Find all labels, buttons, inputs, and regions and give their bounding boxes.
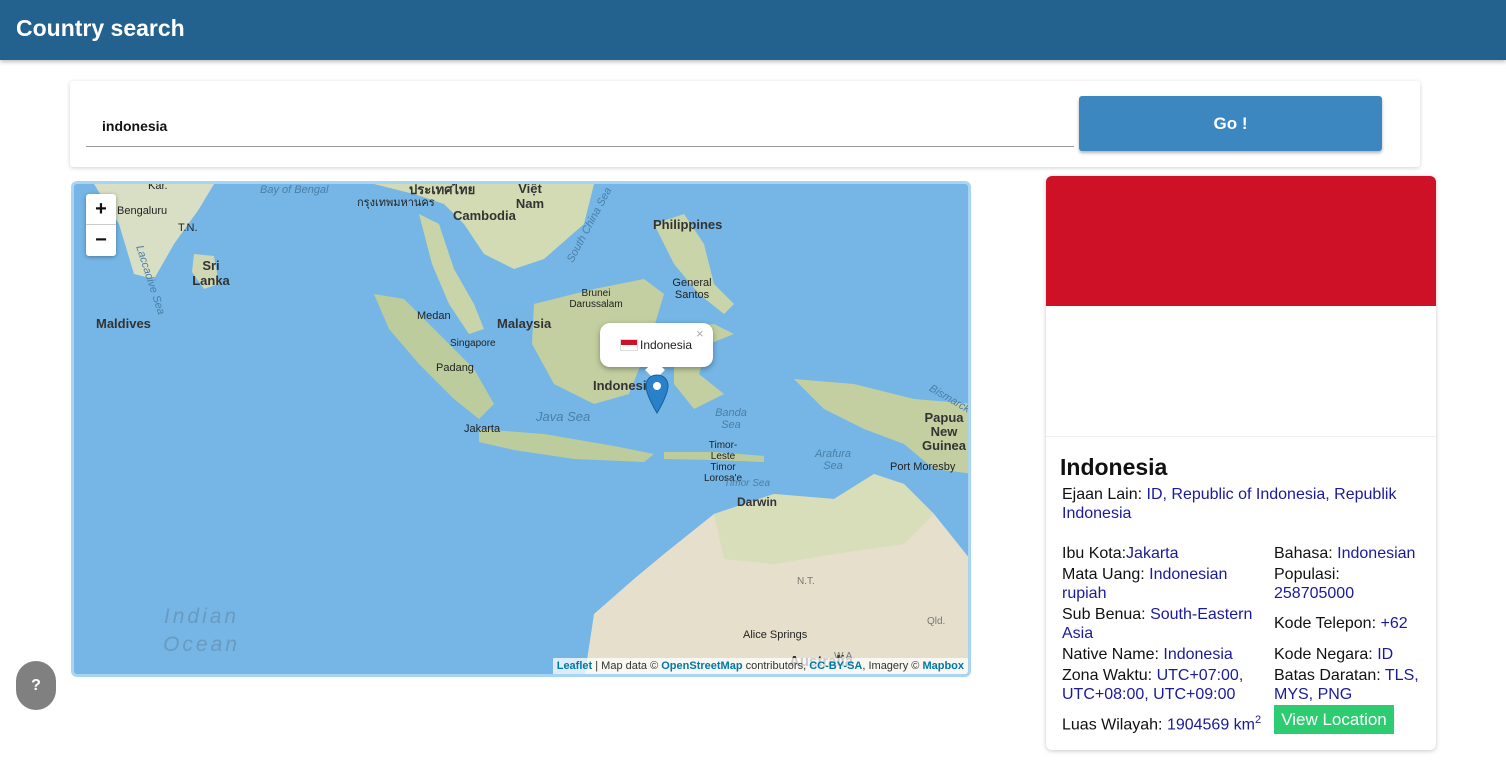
map-label-jakarta: Jakarta — [464, 423, 501, 435]
field-mata-uang: Mata Uang: Indonesian rupiah — [1062, 565, 1262, 603]
map-label-kar: Kar. — [148, 181, 168, 192]
map-label-tn: T.N. — [178, 222, 198, 234]
go-button[interactable]: Go ! — [1079, 96, 1382, 151]
map-label-maldives: Maldives — [96, 316, 151, 331]
field-kode-telepon: Kode Telepon: +62 — [1274, 614, 1424, 633]
zoom-out-button[interactable]: − — [86, 225, 116, 255]
map-label-java-sea: Java Sea — [536, 409, 591, 424]
field-label: Ejaan Lain: — [1062, 486, 1147, 503]
map-label-bengaluru: Bengaluru — [117, 205, 168, 217]
map-label-alice-springs: Alice Springs — [743, 629, 808, 641]
field-value: +62 — [1380, 615, 1408, 632]
map-label-singapore: Singapore — [450, 338, 496, 349]
map-label-philippines: Philippines — [653, 217, 723, 232]
field-bahasa: Bahasa: Indonesian — [1274, 544, 1424, 563]
map-label-qld: Qld. — [927, 616, 946, 627]
field-unit-sup: 2 — [1255, 714, 1262, 726]
leaflet-link[interactable]: Leaflet — [557, 660, 592, 672]
map-label-general-santos: General Santos — [672, 277, 712, 301]
attribution-text-2: contributors, — [742, 660, 810, 672]
field-batas-daratan: Batas Daratan: TLS, MYS, PNG — [1274, 666, 1424, 704]
field-label: Luas Wilayah: — [1062, 716, 1167, 734]
field-ejaan-lain: Ejaan Lain: ID, Republic of Indonesia, R… — [1062, 485, 1412, 523]
zoom-control: + − — [86, 194, 116, 256]
field-luas-wilayah: Luas Wilayah: 1904569 km2 — [1062, 711, 1272, 734]
map-label-bay-of-bengal: Bay of Bengal — [260, 184, 329, 196]
app-title: Country search — [16, 15, 185, 41]
map-label-banda-sea: Banda Sea — [715, 407, 747, 431]
map-marker-icon[interactable] — [645, 374, 669, 414]
attribution-text-1: | Map data © — [592, 660, 662, 672]
map-attribution: Leaflet | Map data © OpenStreetMap contr… — [552, 658, 968, 674]
osm-link[interactable]: OpenStreetMap — [661, 660, 742, 672]
map-label-viet-nam: Việt Nam — [515, 181, 545, 211]
country-flag-top — [1046, 176, 1436, 306]
search-card: Go ! — [70, 81, 1420, 167]
map-popup: Indonesia × — [600, 323, 713, 380]
field-sub-benua: Sub Benua: South-Eastern Asia — [1062, 605, 1262, 643]
field-value: ID — [1377, 646, 1394, 663]
popup-close-button[interactable]: × — [696, 326, 704, 341]
field-label: Kode Negara: — [1274, 646, 1378, 663]
map-label-padang: Padang — [436, 362, 474, 374]
popup-label: Indonesia — [640, 338, 693, 352]
field-zona-waktu: Zona Waktu: UTC+07:00, UTC+08:00, UTC+09… — [1062, 666, 1262, 704]
map-label-arafura-sea: Arafura Sea — [814, 448, 852, 472]
country-name: Indonesia — [1060, 454, 1168, 480]
field-label: Kode Telepon: — [1274, 615, 1381, 632]
country-flag-bottom — [1046, 306, 1436, 437]
field-populasi: Populasi: 258705000 — [1274, 565, 1424, 603]
field-value: 1904569 km — [1166, 716, 1255, 734]
country-info-card: Indonesia Ejaan Lain: ID, Republic of In… — [1046, 176, 1436, 750]
map-label-malaysia: Malaysia — [497, 316, 552, 331]
map-view[interactable]: Bay of Bengal Bengaluru Kar. T.N. Sri La… — [71, 181, 971, 677]
map-label-papua-new-guinea: Papua New Guinea — [921, 410, 967, 453]
mapbox-link[interactable]: Mapbox — [922, 660, 964, 672]
field-value: Indonesian — [1337, 545, 1416, 562]
field-ibu-kota: Ibu Kota:Jakarta — [1062, 544, 1262, 563]
field-label: Batas Daratan: — [1274, 667, 1385, 684]
field-label: Populasi: — [1274, 566, 1340, 583]
search-input[interactable] — [86, 99, 1074, 147]
map-label-cambodia: Cambodia — [453, 208, 516, 223]
field-label: Mata Uang: — [1062, 566, 1150, 583]
field-native-name: Native Name: Indonesia — [1062, 645, 1267, 664]
field-label: Ibu Kota: — [1062, 545, 1127, 562]
zoom-in-button[interactable]: + — [86, 194, 116, 225]
map-label-darwin: Darwin — [737, 495, 778, 509]
field-label: Zona Waktu: — [1062, 667, 1157, 684]
ccbysa-link[interactable]: CC-BY-SA — [809, 660, 862, 672]
field-label: Bahasa: — [1274, 545, 1338, 562]
field-kode-negara: Kode Negara: ID — [1274, 645, 1424, 664]
map-label-port-moresby: Port Moresby — [890, 461, 956, 473]
map-label-timor-sea: Timor Sea — [724, 478, 771, 489]
map-label-brunei: Brunei Darussalam — [569, 288, 623, 310]
map-label-nt: N.T. — [797, 576, 815, 587]
map-label-indian-ocean: Indian Ocean — [163, 605, 240, 656]
field-value: Jakarta — [1126, 545, 1179, 562]
field-label: Sub Benua: — [1062, 606, 1151, 623]
map-label-sri-lanka: Sri Lanka — [192, 258, 230, 288]
map-label-medan: Medan — [417, 310, 451, 322]
field-label: Native Name: — [1062, 646, 1164, 663]
field-value: 258705000 — [1274, 585, 1355, 602]
attribution-text-3: , Imagery © — [862, 660, 923, 672]
help-button[interactable]: ? — [16, 661, 56, 710]
view-location-button[interactable]: View Location — [1274, 705, 1394, 734]
flag-icon — [620, 339, 638, 351]
map-label-thailand: ประเทศไทย — [409, 182, 476, 197]
field-value: Indonesia — [1163, 646, 1233, 663]
top-bar: Country search — [0, 0, 1506, 60]
